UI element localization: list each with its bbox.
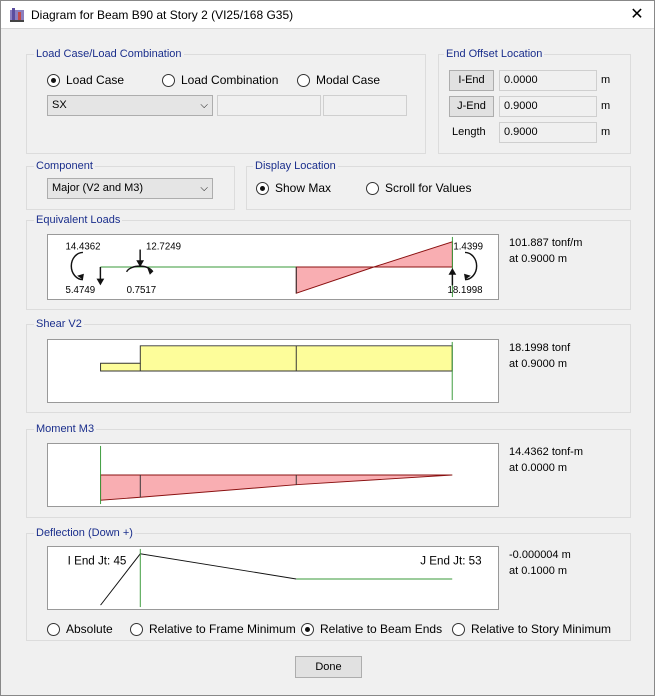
radio-load-case[interactable]: Load Case <box>47 73 124 87</box>
radio-label: Show Max <box>275 181 332 195</box>
radio-relative-frame-min[interactable]: Relative to Frame Minimum <box>130 622 296 636</box>
deflection-label: Deflection (Down +) <box>34 527 135 539</box>
deflection-plot: I End Jt: 45 J End Jt: 53 <box>47 546 499 610</box>
deflection-j-end: J End Jt: 53 <box>420 554 481 567</box>
radio-dot <box>47 73 60 87</box>
chevron-down-icon: ⌵ <box>200 100 208 111</box>
radio-dot <box>452 622 465 636</box>
deflection-i-end: I End Jt: 45 <box>68 554 127 567</box>
readout-location: at 0.0000 m <box>509 462 568 474</box>
force-arrow-head <box>448 267 457 275</box>
radio-scroll-for-values[interactable]: Scroll for Values <box>366 181 471 195</box>
radio-absolute[interactable]: Absolute <box>47 622 113 636</box>
component-group-label: Component <box>34 160 95 172</box>
radio-dot <box>47 622 60 636</box>
radio-dot <box>130 622 143 636</box>
readout-location: at 0.9000 m <box>509 358 568 370</box>
moment-readout: 14.4362 tonf-m at 0.0000 m <box>509 444 583 476</box>
j-end-button[interactable]: J-End <box>449 96 494 117</box>
equivalent-loads-positive-region <box>373 241 453 268</box>
readout-value: 18.1998 tonf <box>509 342 571 354</box>
radio-relative-beam-ends[interactable]: Relative to Beam Ends <box>301 622 442 636</box>
equivalent-loads-negative-region <box>295 266 375 294</box>
equivalent-loads-annotation: 18.1998 <box>448 285 483 296</box>
radio-label: Scroll for Values <box>385 181 472 195</box>
readout-value: 14.4362 tonf-m <box>509 446 583 458</box>
length-field: 0.9000 <box>499 122 597 143</box>
i-end-button[interactable]: I-End <box>449 70 494 91</box>
force-arrow-head <box>96 278 105 286</box>
moment-plot <box>47 443 499 507</box>
equivalent-loads-plot: 14.4362 12.7249 1.4399 5.4749 0.7517 18.… <box>47 234 499 300</box>
radio-dot <box>301 622 314 636</box>
readout-value: 101.887 tonf/m <box>509 237 583 249</box>
length-unit: m <box>601 126 611 138</box>
i-end-unit: m <box>601 74 611 86</box>
radio-relative-story-min[interactable]: Relative to Story Minimum <box>452 622 611 636</box>
equivalent-loads-label: Equivalent Loads <box>34 214 123 226</box>
moment-label: Moment M3 <box>34 423 97 435</box>
load-case-select-value: SX <box>52 99 67 111</box>
window-title: Diagram for Beam B90 at Story 2 (VI25/16… <box>31 8 294 22</box>
radio-show-max[interactable]: Show Max <box>256 181 331 195</box>
load-case-extra-field-1 <box>217 95 321 116</box>
chevron-down-icon: ⌵ <box>200 183 208 194</box>
equivalent-loads-annotation: 14.4362 <box>65 242 100 253</box>
equivalent-loads-annotation: 1.4399 <box>453 242 483 253</box>
radio-label: Relative to Frame Minimum <box>149 622 296 636</box>
radio-label: Load Case <box>66 73 125 87</box>
j-end-field[interactable]: 0.9000 <box>499 96 597 117</box>
readout-location: at 0.1000 m <box>509 565 568 577</box>
equivalent-loads-annotation: 0.7517 <box>127 285 157 296</box>
radio-label: Relative to Beam Ends <box>320 622 443 636</box>
load-case-group-label: Load Case/Load Combination <box>34 48 184 60</box>
equivalent-loads-annotation: 5.4749 <box>65 285 95 296</box>
i-end-field[interactable]: 0.0000 <box>499 70 597 91</box>
shear-fill <box>100 345 453 372</box>
end-offset-group-label: End Offset Location <box>444 48 545 60</box>
radio-label: Modal Case <box>316 73 381 87</box>
readout-location: at 0.9000 m <box>509 253 568 265</box>
radio-dot <box>366 181 379 195</box>
load-case-extra-field-2 <box>323 95 407 116</box>
radio-modal-case[interactable]: Modal Case <box>297 73 380 87</box>
shear-label: Shear V2 <box>34 318 84 330</box>
close-icon[interactable]: ✕ <box>620 1 654 29</box>
equivalent-loads-annotation: 12.7249 <box>146 242 181 253</box>
component-select-value: Major (V2 and M3) <box>52 182 144 194</box>
length-label: Length <box>452 126 486 138</box>
diagram-window: Diagram for Beam B90 at Story 2 (VI25/16… <box>0 0 655 696</box>
radio-label: Absolute <box>66 622 113 636</box>
load-case-select[interactable]: SX ⌵ <box>47 95 213 116</box>
moment-fill <box>100 474 453 501</box>
equivalent-loads-readout: 101.887 tonf/m at 0.9000 m <box>509 235 582 267</box>
shear-plot <box>47 339 499 403</box>
j-end-unit: m <box>601 100 611 112</box>
done-button[interactable]: Done <box>295 656 362 678</box>
radio-load-combination[interactable]: Load Combination <box>162 73 278 87</box>
shear-readout: 18.1998 tonf at 0.9000 m <box>509 340 570 372</box>
readout-value: -0.000004 m <box>509 549 571 561</box>
radio-dot <box>297 73 310 87</box>
radio-label: Load Combination <box>181 73 279 87</box>
radio-label: Relative to Story Minimum <box>471 622 612 636</box>
radio-dot <box>256 181 269 195</box>
deflection-curve <box>100 553 297 606</box>
display-location-group-label: Display Location <box>253 160 338 172</box>
app-icon <box>10 8 24 22</box>
component-select[interactable]: Major (V2 and M3) ⌵ <box>47 178 213 199</box>
title-bar: Diagram for Beam B90 at Story 2 (VI25/16… <box>1 1 654 29</box>
radio-dot <box>162 73 175 87</box>
deflection-readout: -0.000004 m at 0.1000 m <box>509 547 571 579</box>
